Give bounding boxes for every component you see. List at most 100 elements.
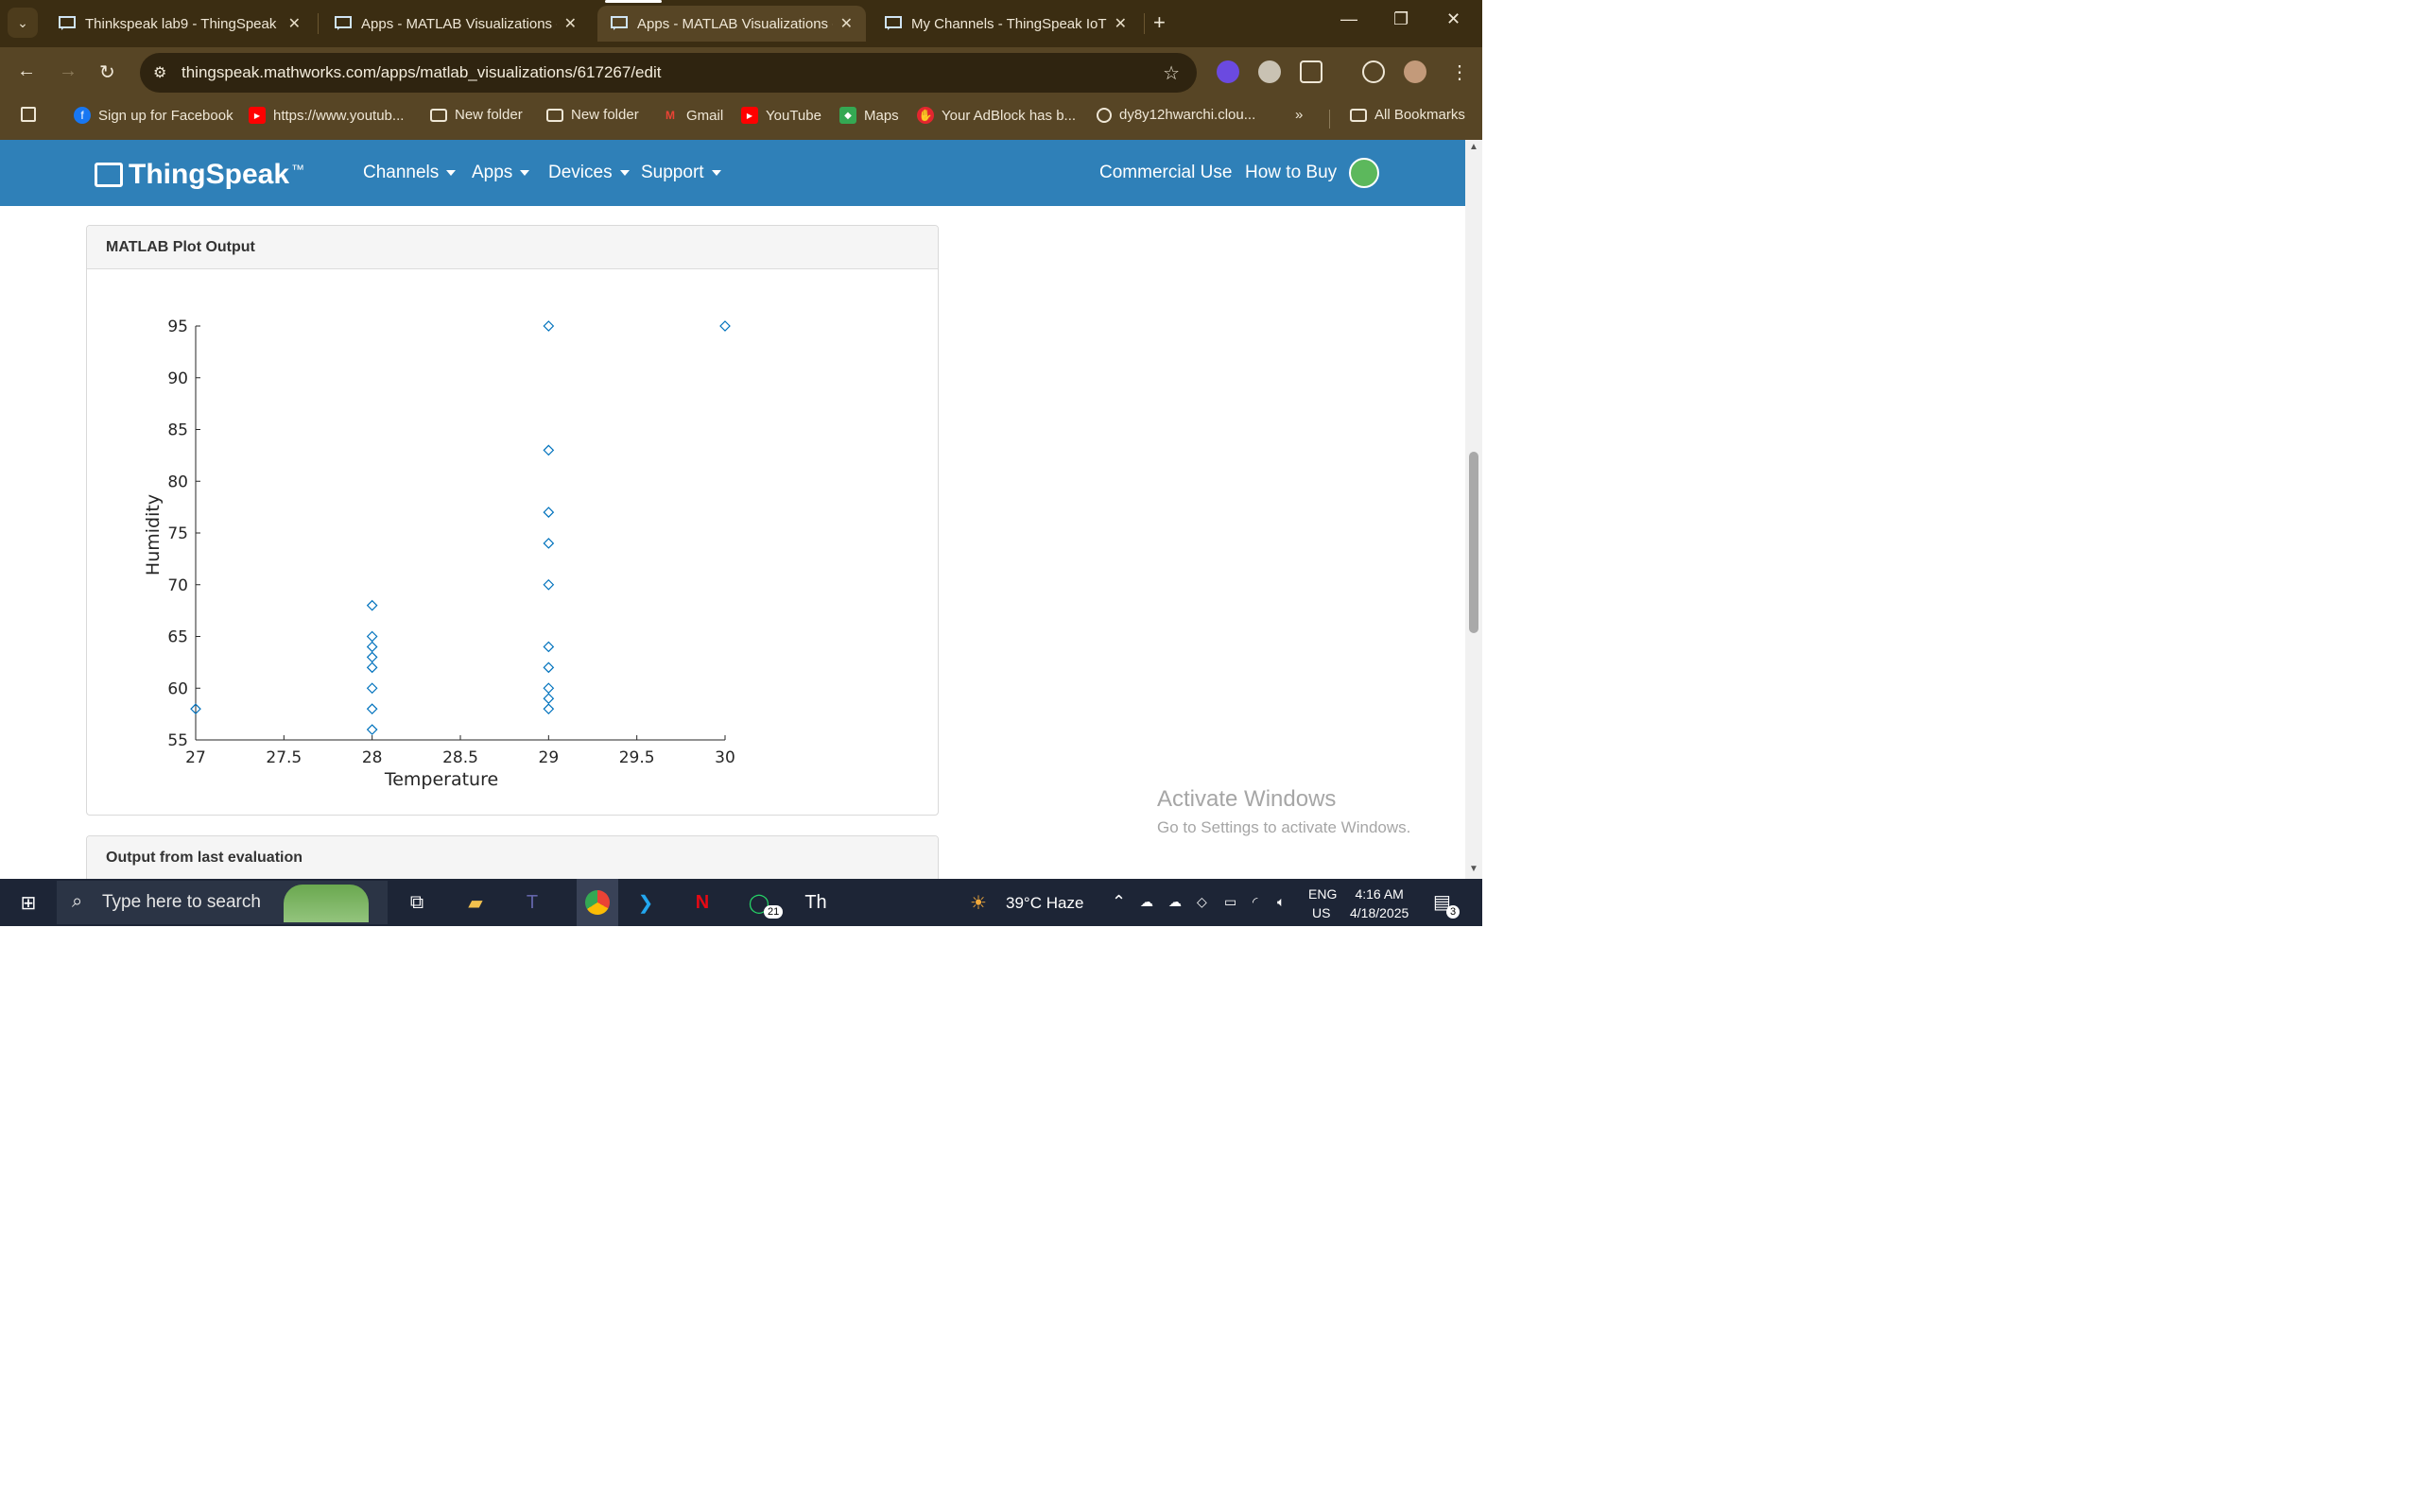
windows-start-icon[interactable]: ⊞	[14, 888, 43, 917]
restore-icon[interactable]: ❐	[1393, 9, 1409, 29]
cloud-sync-icon[interactable]: ☁	[1168, 894, 1182, 910]
bookmark-facebook[interactable]: f Sign up for Facebook	[74, 107, 233, 124]
bookmark-gmail[interactable]: M Gmail	[662, 107, 723, 124]
data-point-diamond	[366, 703, 378, 714]
youtube-icon: ▶	[249, 107, 266, 124]
nav-support[interactable]: Support	[641, 163, 721, 183]
more-menu-icon[interactable]: ⋮	[1450, 60, 1469, 84]
nav-channels[interactable]: Channels	[363, 163, 457, 183]
globe-extension-icon[interactable]	[1258, 60, 1281, 83]
bookmark-youtube-link[interactable]: ▶ https://www.youtub...	[249, 107, 404, 124]
close-tab-icon[interactable]: ✕	[840, 14, 853, 33]
data-point-diamond	[543, 578, 555, 591]
data-point-diamond	[543, 538, 555, 549]
data-point-diamond	[366, 682, 378, 695]
bookmark-divider	[1329, 110, 1330, 129]
weather-text[interactable]: 39°C Haze	[1006, 894, 1083, 913]
bookmark-adblock[interactable]: ✋ Your AdBlock has b...	[917, 107, 1076, 124]
taskbar-search-box[interactable]: ⌕ Type here to search	[57, 881, 388, 924]
browser-tab-1[interactable]: Thinkspeak lab9 - ThingSpeak I ✕	[45, 6, 314, 42]
scroll-thumb[interactable]	[1469, 452, 1478, 633]
reload-icon[interactable]: ↻	[99, 60, 115, 84]
close-window-icon[interactable]: ✕	[1446, 9, 1461, 29]
bookmark-new-folder-2[interactable]: New folder	[546, 107, 639, 123]
close-tab-icon[interactable]: ✕	[288, 14, 301, 33]
gmail-icon: M	[666, 109, 675, 122]
x-tick-label: 27.5	[266, 748, 302, 767]
scroll-down-icon[interactable]: ▼	[1469, 864, 1478, 874]
tab-title: My Channels - ThingSpeak IoT	[911, 15, 1107, 32]
thingspeak-favicon-icon	[611, 16, 628, 30]
thingspeak-favicon-icon	[885, 16, 902, 30]
app-th-icon[interactable]: Th	[802, 888, 830, 917]
y-tick-label: 60	[167, 679, 188, 698]
nav-apps[interactable]: Apps	[472, 163, 530, 183]
site-info-icon[interactable]: ⚙	[153, 63, 166, 82]
chrome-icon[interactable]	[577, 879, 618, 926]
teams-icon[interactable]: T	[518, 888, 546, 917]
profile-avatar[interactable]	[1404, 60, 1426, 83]
data-point-diamond	[366, 651, 378, 663]
address-bar[interactable]: ⚙ thingspeak.mathworks.com/apps/matlab_v…	[140, 53, 1197, 93]
bookmarks-more-button[interactable]: »	[1295, 107, 1303, 123]
task-view-icon[interactable]: ⧉	[403, 888, 431, 917]
clock[interactable]: 4:16 AM 4/18/2025	[1350, 886, 1409, 920]
user-account-icon[interactable]	[1349, 158, 1379, 188]
nav-commercial-use[interactable]: Commercial Use	[1099, 163, 1232, 183]
apps-grid-icon[interactable]	[21, 107, 43, 122]
url-text[interactable]: thingspeak.mathworks.com/apps/matlab_vis…	[182, 63, 661, 82]
adblock-hand-icon: ✋	[917, 107, 934, 124]
new-tab-button[interactable]: +	[1153, 11, 1166, 34]
bookmark-cloud[interactable]: dy8y12hwarchi.clou...	[1097, 107, 1255, 123]
data-point-diamond	[543, 703, 555, 714]
folder-icon	[430, 108, 447, 122]
back-arrow-icon[interactable]: ←	[17, 60, 36, 82]
all-bookmarks-button[interactable]: All Bookmarks	[1350, 107, 1465, 123]
close-tab-icon[interactable]: ✕	[564, 14, 577, 33]
bookmark-new-folder-1[interactable]: New folder	[430, 107, 523, 123]
folder-icon	[1350, 108, 1367, 122]
scroll-up-icon[interactable]: ▲	[1469, 142, 1478, 152]
vscode-icon[interactable]: ❯	[631, 888, 660, 917]
nav-devices[interactable]: Devices	[548, 163, 630, 183]
y-tick-label: 85	[167, 421, 188, 440]
data-point-diamond	[366, 724, 378, 735]
battery-icon[interactable]: ▭	[1224, 894, 1236, 910]
browser-tab-2[interactable]: Apps - MATLAB Visualizations - ✕	[321, 6, 590, 42]
network-drive-icon[interactable]: ◇	[1197, 894, 1207, 910]
file-explorer-icon[interactable]: ▰	[461, 888, 490, 917]
search-highlight-image	[284, 885, 369, 922]
caret-down-icon	[520, 169, 530, 176]
minimize-icon[interactable]: —	[1340, 9, 1357, 29]
y-tick-label: 90	[167, 369, 188, 388]
forward-arrow-icon[interactable]: →	[59, 60, 78, 82]
nav-how-to-buy[interactable]: How to Buy	[1245, 163, 1337, 183]
weather-sun-icon[interactable]: ☀	[970, 891, 987, 915]
youtube-icon: ▶	[741, 107, 758, 124]
close-tab-icon[interactable]: ✕	[1115, 14, 1127, 33]
tab-title: Apps - MATLAB Visualizations -	[637, 15, 833, 32]
onedrive-icon[interactable]: ☁	[1140, 894, 1153, 910]
bookmark-star-icon[interactable]: ☆	[1163, 61, 1180, 85]
thingspeak-favicon-icon	[335, 16, 352, 30]
speaker-icon[interactable]: 🔈︎	[1277, 894, 1285, 910]
puzzle-extensions-icon[interactable]	[1300, 60, 1322, 83]
thingspeak-logo[interactable]: ThingSpeak ™	[95, 159, 304, 191]
data-point-diamond	[366, 662, 378, 674]
browser-tab-4[interactable]: My Channels - ThingSpeak IoT ✕	[872, 6, 1140, 42]
bookmark-youtube[interactable]: ▶ YouTube	[741, 107, 821, 124]
y-tick-label: 65	[167, 628, 188, 647]
performance-icon[interactable]	[1362, 60, 1385, 83]
netflix-icon[interactable]: N	[688, 888, 717, 917]
folder-icon	[546, 108, 563, 122]
bookmark-maps[interactable]: ◆ Maps	[839, 107, 899, 124]
tab-title: Thinkspeak lab9 - ThingSpeak I	[85, 15, 281, 32]
y-tick-label: 55	[167, 731, 188, 750]
browser-tab-3-active[interactable]: Apps - MATLAB Visualizations - ✕	[597, 0, 866, 42]
wifi-icon[interactable]: ◜	[1253, 894, 1257, 910]
extension-icon[interactable]	[1217, 60, 1239, 83]
page-scrollbar[interactable]: ▲ ▼	[1465, 140, 1482, 879]
show-hidden-icons-icon[interactable]: ⌃	[1112, 892, 1126, 912]
tab-search-button[interactable]: ⌄	[8, 8, 38, 38]
language-indicator[interactable]: ENG US	[1308, 886, 1337, 920]
